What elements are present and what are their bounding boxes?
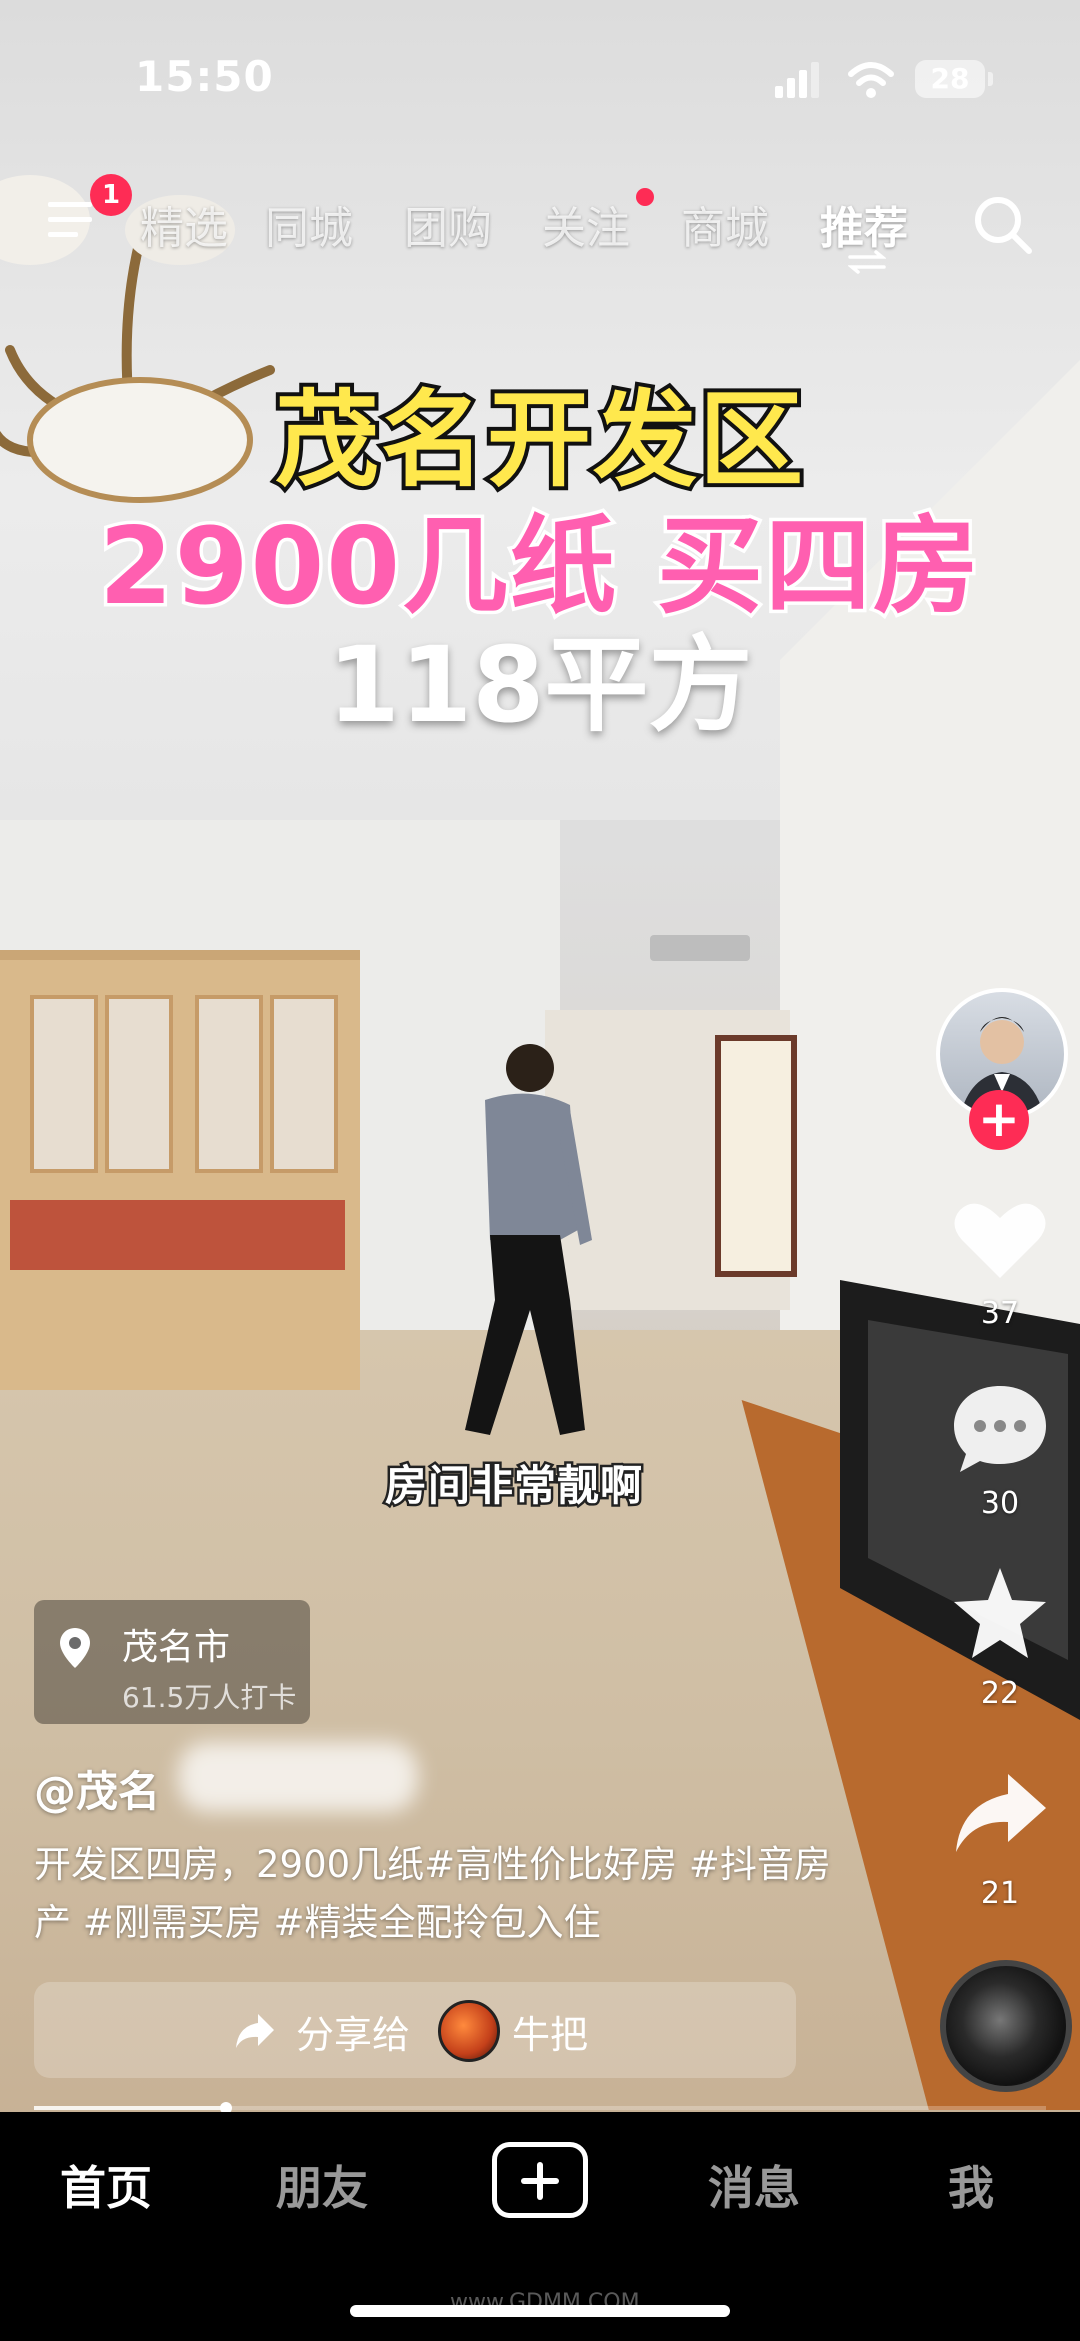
video-caption: 房间非常靓啊 bbox=[382, 1459, 644, 1513]
author-handle[interactable]: @茂名 bbox=[34, 1758, 160, 1819]
like-button[interactable] bbox=[948, 1188, 1052, 1292]
menu-icon[interactable] bbox=[48, 200, 96, 240]
video-progress-bar[interactable] bbox=[34, 2102, 1046, 2114]
notification-badge: 1 bbox=[90, 174, 132, 216]
clock: 15:50 bbox=[135, 52, 274, 101]
display-cabinet bbox=[0, 950, 360, 1390]
location-pin-icon bbox=[60, 1628, 90, 1668]
like-count: 37 bbox=[980, 1296, 1020, 1331]
progress-fill bbox=[34, 2106, 227, 2110]
share-to-friend-bar[interactable]: 分享给 牛把 bbox=[34, 1982, 796, 2078]
cabinet-glass bbox=[195, 995, 263, 1173]
cabinet-glass bbox=[105, 995, 173, 1173]
search-icon[interactable] bbox=[972, 194, 1034, 256]
nav-friends[interactable]: 朋友 bbox=[276, 2152, 368, 2218]
location-checkins: 61.5万人打卡 bbox=[122, 1681, 297, 1714]
favorite-star-button[interactable] bbox=[948, 1562, 1052, 1666]
video-description[interactable]: 开发区四房，2900几纸#高性价比好房 #抖音房产 #刚需买房 #精装全配拎包入… bbox=[34, 1836, 834, 1952]
nav-messages[interactable]: 消息 bbox=[708, 2152, 800, 2218]
tab-recommend[interactable]: 推荐 bbox=[820, 192, 908, 256]
video-frame[interactable] bbox=[0, 0, 1080, 2112]
favorite-count: 22 bbox=[980, 1676, 1020, 1711]
home-indicator[interactable] bbox=[350, 2305, 730, 2317]
video-title-line3: 118平方 bbox=[327, 624, 753, 746]
comment-count: 30 bbox=[980, 1486, 1020, 1521]
person-walking bbox=[465, 1044, 592, 1435]
cabinet-glass bbox=[30, 995, 98, 1173]
battery-cap bbox=[988, 72, 993, 86]
share-count: 21 bbox=[980, 1876, 1020, 1911]
friend-avatar bbox=[438, 2000, 500, 2062]
tab-featured[interactable]: 精选 bbox=[140, 192, 228, 256]
battery-indicator: 28 bbox=[915, 60, 985, 98]
status-bar: 15:50 28 bbox=[0, 0, 1080, 150]
redacted-name bbox=[178, 1742, 418, 1812]
tab-nearby[interactable]: 同城 bbox=[265, 192, 353, 256]
switch-feed-icon[interactable] bbox=[848, 250, 886, 274]
comment-button[interactable] bbox=[948, 1376, 1052, 1480]
tab-mall[interactable]: 商城 bbox=[681, 192, 769, 256]
following-dot bbox=[636, 188, 654, 206]
cabinet-glass bbox=[270, 995, 338, 1173]
location-name: 茂名市 bbox=[122, 1627, 231, 1668]
ceiling-light bbox=[650, 935, 750, 961]
follow-button[interactable]: + bbox=[969, 1090, 1029, 1150]
friend-name: 牛把 bbox=[512, 2013, 589, 2057]
top-nav: 1 精选 同城 团购 关注 商城 推荐 bbox=[0, 174, 1080, 274]
location-chip[interactable]: 茂名市 61.5万人打卡 bbox=[34, 1600, 310, 1724]
music-disc-icon[interactable] bbox=[940, 1960, 1072, 2092]
create-post-button[interactable] bbox=[492, 2142, 588, 2218]
share-arrow-button[interactable] bbox=[948, 1762, 1052, 1866]
wifi-icon bbox=[848, 62, 894, 98]
cellular-signal-icon bbox=[775, 62, 819, 98]
cabinet-shelf bbox=[10, 1200, 345, 1270]
share-icon bbox=[236, 2014, 274, 2048]
nav-home[interactable]: 首页 bbox=[60, 2152, 152, 2218]
share-label: 分享给 bbox=[296, 2013, 411, 2057]
nav-me[interactable]: 我 bbox=[948, 2152, 994, 2218]
tab-following[interactable]: 关注 bbox=[542, 192, 630, 256]
tab-group-buy[interactable]: 团购 bbox=[404, 192, 492, 256]
balcony-door bbox=[715, 1035, 797, 1277]
